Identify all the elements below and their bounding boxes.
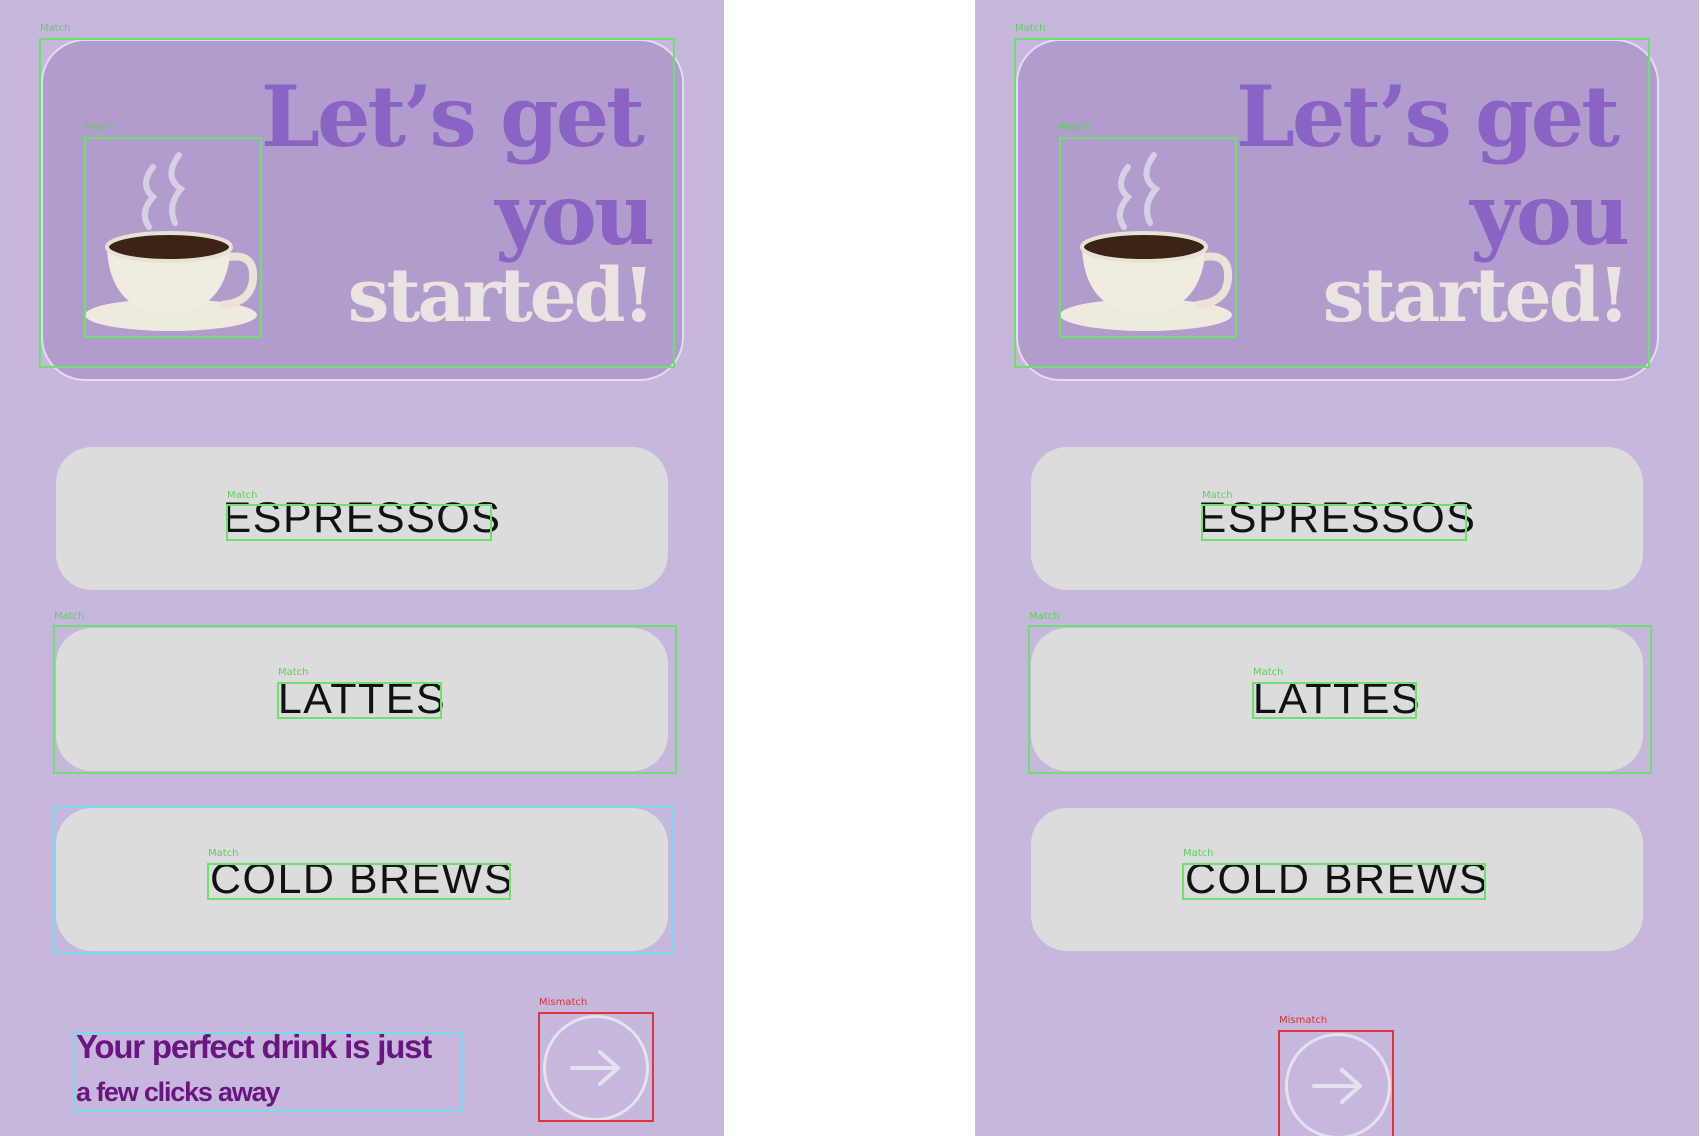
category-label: LATTES <box>1252 675 1422 723</box>
mismatch-badge: Mismatch <box>1279 1015 1328 1026</box>
match-badge: Match <box>1253 667 1284 678</box>
hero-title: Let’s get you started! <box>260 67 655 339</box>
match-badge: Match <box>40 23 71 34</box>
category-lattes-button[interactable]: LATTES <box>1031 628 1643 771</box>
mismatch-badge: Mismatch <box>539 997 588 1008</box>
next-button[interactable] <box>1285 1033 1391 1136</box>
coffee-cup-icon <box>85 152 258 331</box>
arrow-right-icon <box>1312 1068 1362 1104</box>
hero-title-line2: you <box>1470 165 1630 264</box>
match-badge: Match <box>1183 848 1214 859</box>
hero-banner: Let’s get you started! <box>41 39 684 381</box>
category-label: ESPRESSOS <box>222 494 502 542</box>
hero-title: Let’s get you started! <box>1235 67 1630 339</box>
category-lattes-button[interactable]: LATTES <box>56 628 668 771</box>
category-cold-brews-button[interactable]: COLD BREWS <box>56 808 668 951</box>
match-badge: Match <box>227 490 258 501</box>
category-espressos-button[interactable]: ESPRESSOS <box>1031 447 1643 590</box>
category-label: ESPRESSOS <box>1197 494 1477 542</box>
coffee-cup-icon <box>1060 152 1233 331</box>
hero-title-line1: Let’s get <box>260 67 645 166</box>
hero-title-line2: you <box>495 165 655 264</box>
match-badge: Match <box>278 667 309 678</box>
tagline: Your perfect drink is just a few clicks … <box>76 1024 476 1114</box>
category-label: COLD BREWS <box>209 855 515 903</box>
match-badge: Match <box>1202 490 1233 501</box>
tagline-line2: a few clicks away <box>76 1077 280 1107</box>
match-badge: Match <box>1029 611 1060 622</box>
match-badge: Match <box>54 611 85 622</box>
match-badge: Match <box>1015 23 1046 34</box>
hero-title-line1: Let’s get <box>1235 67 1620 166</box>
category-label: LATTES <box>277 675 447 723</box>
arrow-right-icon <box>570 1050 620 1086</box>
tagline-line1: Your perfect drink is just <box>76 1028 432 1065</box>
hero-banner: Let’s get you started! <box>1016 39 1659 381</box>
screen-left: Let’s get you started! ESPRESSOS LATTES … <box>0 0 724 1136</box>
next-button[interactable] <box>543 1015 649 1121</box>
hero-title-line3: started! <box>1322 253 1630 339</box>
screen-right: Let’s get you started! ESPRESSOS LATTES … <box>975 0 1699 1136</box>
match-badge: Match <box>208 848 239 859</box>
category-cold-brews-button[interactable]: COLD BREWS <box>1031 808 1643 951</box>
match-badge: Match <box>84 122 115 133</box>
hero-title-line3: started! <box>347 253 655 339</box>
category-espressos-button[interactable]: ESPRESSOS <box>56 447 668 590</box>
category-label: COLD BREWS <box>1184 855 1490 903</box>
match-badge: Match <box>1059 122 1090 133</box>
